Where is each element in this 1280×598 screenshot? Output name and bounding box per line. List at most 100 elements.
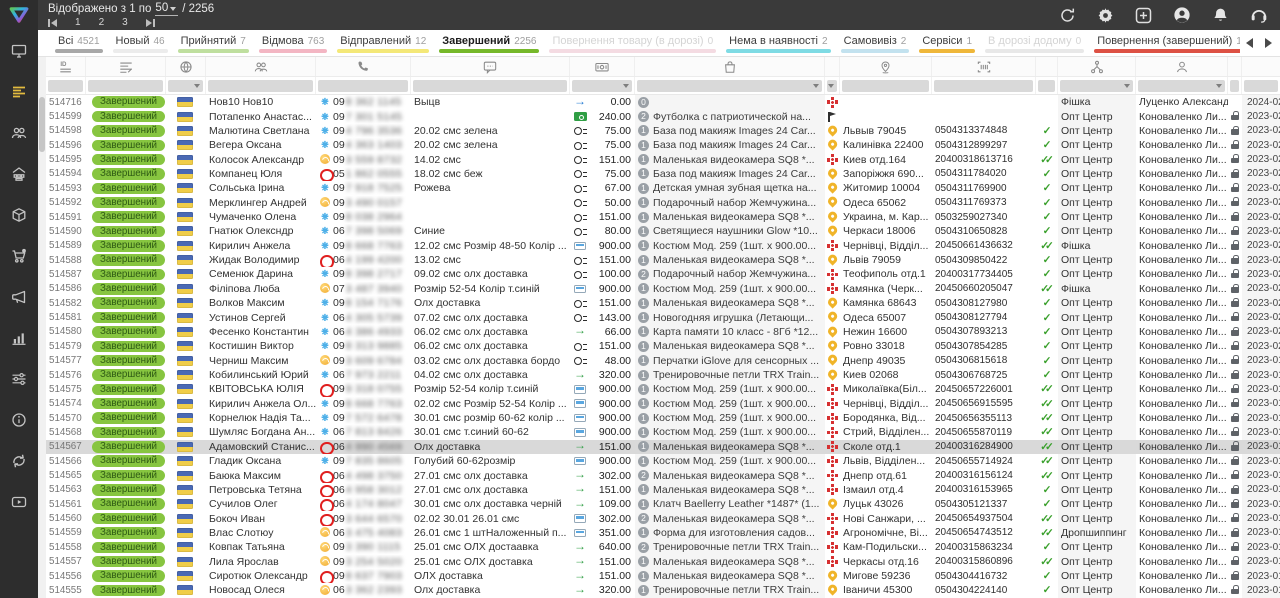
table-row[interactable]: 514559 Завершений Влас Слотюу 06 3 475 4… [46,526,1280,540]
order-status-tab[interactable]: Сервіси 1 [914,30,980,56]
column-header-comment[interactable] [411,57,570,76]
table-row[interactable]: 514574 Завершений Кирилич Анжела Ол... 0… [46,397,1280,411]
table-row[interactable]: 514556 Завершений Сиротюк Олександр 09 8… [46,569,1280,583]
filter-payment[interactable] [572,80,632,92]
filter-address[interactable] [842,80,929,92]
sidebar-item-purchases[interactable] [0,235,38,276]
table-row[interactable]: 514586 Завершений Філіпова Люба 07 3 487… [46,282,1280,296]
column-header-delivery[interactable] [825,57,840,76]
table-row[interactable]: 514588 Завершений Жидак Володимир 06 4 1… [46,253,1280,267]
table-row[interactable]: 514558 Завершений Ковпак Татьяна 09 3 39… [46,540,1280,554]
table-row[interactable]: 514568 Завершений Шумляс Богдана Ан... 0… [46,425,1280,439]
order-status-tab[interactable]: Прийнятий 7 [173,30,254,56]
avatar[interactable] [1173,6,1191,24]
table-row[interactable]: 514576 Завершений Кобилинський Юрий 06 7… [46,368,1280,382]
scrollbar-thumb[interactable] [39,97,45,152]
bell-icon[interactable] [1212,7,1229,24]
sidebar-item-products[interactable] [0,194,38,235]
order-status-tab[interactable]: В дорозі додому 0 [980,30,1089,56]
table-row[interactable]: 514587 Завершений Семенюк Дарина 09 8 39… [46,267,1280,281]
order-status-tab[interactable]: Відмова 763 [254,30,332,56]
filter-source[interactable] [1060,80,1133,92]
table-row[interactable]: 514557 Завершений Лила Ярослав 09 3 254 … [46,555,1280,569]
refresh-icon[interactable] [1059,7,1076,24]
filter-tracking[interactable] [934,80,1033,92]
headset-icon[interactable] [1250,6,1268,24]
sidebar-item-sync[interactable] [0,440,38,481]
order-status-tab[interactable]: Самовивіз 2 [836,30,915,56]
page-number[interactable]: 3 [120,17,130,28]
sidebar-item-info[interactable] [0,399,38,440]
column-header-ttn-status[interactable] [1036,57,1058,76]
table-row[interactable]: 514589 Завершений Кирилич Анжела 09 8 66… [46,239,1280,253]
filter-ttn-status[interactable] [1038,80,1055,92]
column-header-status[interactable] [86,57,166,76]
sidebar-item-dashboard[interactable] [0,30,38,71]
column-header-date[interactable] [1242,57,1280,76]
page-number[interactable]: 2 [97,17,107,28]
table-row[interactable]: 514567 Завершений Адамовский Станис... 0… [46,440,1280,454]
order-status-tab[interactable]: Новый 46 [108,30,173,56]
per-page-dropdown[interactable]: 50 [155,2,178,16]
table-row[interactable]: 514593 Завершений Сольська Ірина 09 7 91… [46,181,1280,195]
table-row[interactable]: 514595 Завершений Колосок Александр 09 3… [46,152,1280,166]
table-row[interactable]: 514563 Завершений Петровська Тетяна 06 4… [46,483,1280,497]
sidebar-item-video[interactable] [0,481,38,522]
tabs-scroll-right-icon[interactable] [1265,38,1272,48]
table-row[interactable]: 514555 Завершений Новосад Олеся 06 3 362… [46,583,1280,597]
table-row[interactable]: 514581 Завершений Устинов Сергей 06 4 30… [46,310,1280,324]
add-order-icon[interactable] [1135,7,1152,24]
filter-id[interactable] [48,80,83,92]
order-status-tab[interactable]: Повернення товару (в дорозі) 0 [544,30,721,56]
column-header-phone[interactable] [316,57,411,76]
sidebar-item-orders[interactable] [0,71,38,112]
table-row[interactable]: 514594 Завершений Компанец Юля 05 1 862 … [46,167,1280,181]
sidebar-item-settings[interactable] [0,358,38,399]
table-row[interactable]: 514579 Завершений Костишин Виктор 09 8 3… [46,339,1280,353]
sidebar-item-marketing[interactable] [0,276,38,317]
table-row[interactable]: 514598 Завершений Малютина Светлана 09 4… [46,124,1280,138]
column-header-country[interactable] [166,57,206,76]
table-row[interactable]: 514596 Завершений Вегера Оксана 09 4 363… [46,138,1280,152]
table-row[interactable]: 514580 Завершений Фесенко Константин 06 … [46,325,1280,339]
table-row[interactable]: 514590 Завершений Гнатюк Олексндр 06 7 3… [46,224,1280,238]
order-status-tab[interactable]: Відправлений 12 [332,30,434,56]
column-header-id[interactable]: ID [46,57,86,76]
column-header-source[interactable] [1058,57,1136,76]
filter-date[interactable] [1244,80,1278,92]
sidebar-item-store[interactable] [0,153,38,194]
column-header-client[interactable] [206,57,316,76]
tabs-scroll-left-icon[interactable] [1246,38,1253,48]
table-row[interactable]: 514582 Завершений Волков Максим 09 8 154… [46,296,1280,310]
filter-phone[interactable] [318,80,408,92]
table-row[interactable]: 514560 Завершений Бокоч Иван 09 3 644 65… [46,511,1280,525]
order-status-tab[interactable]: Всі 4521 [50,30,108,56]
filter-comment[interactable] [413,80,567,92]
table-row[interactable]: 514716 Завершений Нов10 Нов10 09 8 362 1… [46,95,1280,109]
table-row[interactable]: 514577 Завершений Черниш Максим 09 3 609… [46,353,1280,367]
column-header-products[interactable] [635,57,825,76]
column-header-lock[interactable] [1228,57,1242,76]
table-row[interactable]: 514565 Завершений Баюка Максим 06 4 498 … [46,468,1280,482]
first-page-button[interactable] [48,19,57,27]
filter-delivery[interactable] [827,80,837,92]
filter-client[interactable] [208,80,313,92]
table-row[interactable]: 514599 Завершений Потапенко Анастас... 0… [46,109,1280,123]
vertical-scrollbar[interactable] [38,57,46,598]
order-status-tab[interactable]: Завершений 2256 [434,30,544,56]
column-header-payment[interactable] [570,57,635,76]
sidebar-item-analytics[interactable] [0,317,38,358]
table-row[interactable]: 514566 Завершений Гладик Оксана 09 7 835… [46,454,1280,468]
table-row[interactable]: 514592 Завершений Мерклингер Андрей 09 3… [46,196,1280,210]
filter-products[interactable] [637,80,822,92]
sidebar-item-clients[interactable] [0,112,38,153]
table-row[interactable]: 514570 Завершений Корнелюк Надія Та... 0… [46,411,1280,425]
filter-status[interactable] [88,80,163,92]
filter-country[interactable] [168,80,203,92]
filter-manager[interactable] [1138,80,1225,92]
table-row[interactable]: 514561 Завершений Сучилов Олег 06 4 174 … [46,497,1280,511]
table-row[interactable]: 514575 Завершений КВІТОВСЬКА ЮЛІЯ 09 9 3… [46,382,1280,396]
last-page-button[interactable] [146,19,155,27]
filter-lock[interactable] [1230,80,1239,92]
column-header-address[interactable] [840,57,932,76]
